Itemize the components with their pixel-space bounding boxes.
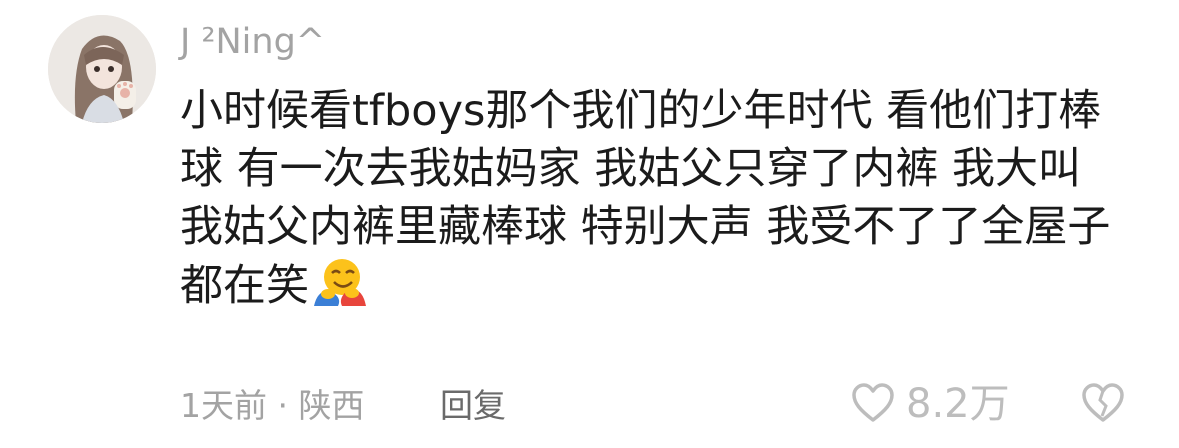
reply-button[interactable]: 回复 xyxy=(440,384,506,428)
like-count: 8.2万 xyxy=(906,381,1010,427)
comment-line: 我姑父内裤里藏棒球 特别大声 我受不了了全屋子 xyxy=(180,202,1111,252)
comment-line: 都在笑 xyxy=(180,261,309,311)
avatar[interactable] xyxy=(48,15,156,123)
username[interactable]: J ²Ning^ xyxy=(180,20,325,64)
hugging-face-emoji-icon xyxy=(314,259,366,306)
comment-line-last: 都在笑 xyxy=(180,256,1155,315)
comment-meta: 1天前 · 陕西 xyxy=(180,386,365,425)
heart-icon[interactable] xyxy=(850,380,896,426)
like-area: 8.2万 xyxy=(830,378,1175,448)
comment-line: 小时候看tfboys那个我们的少年时代 看他们打棒 xyxy=(180,86,1102,136)
avatar-image xyxy=(48,15,156,123)
comment-line: 球 有一次去我姑妈家 我姑父只穿了内裤 我大叫 xyxy=(180,144,1082,194)
broken-heart-icon[interactable] xyxy=(1080,380,1126,426)
comment-text: 小时候看tfboys那个我们的少年时代 看他们打棒 球 有一次去我姑妈家 我姑父… xyxy=(180,82,1155,315)
